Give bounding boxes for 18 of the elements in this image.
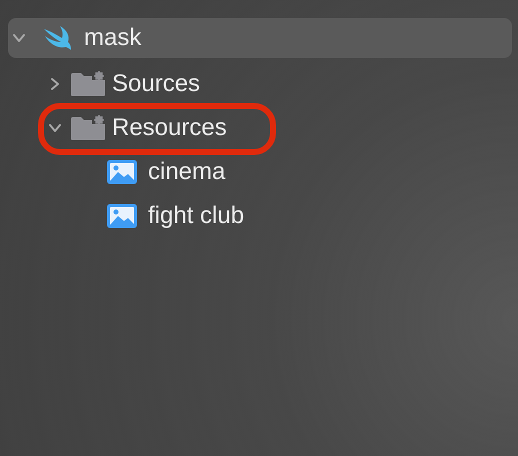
item-label: Resources — [112, 114, 227, 142]
item-label: Sources — [112, 70, 200, 98]
item-label: cinema — [148, 158, 226, 186]
tree-row[interactable]: mask — [8, 18, 512, 58]
chevron-down-icon[interactable] — [12, 31, 26, 45]
item-label: fight club — [148, 202, 244, 230]
image-icon — [106, 203, 138, 229]
tree-row[interactable]: Sources — [8, 62, 512, 106]
folder-icon — [70, 115, 106, 141]
image-icon — [106, 159, 138, 185]
tree-row[interactable]: cinema — [8, 150, 512, 194]
bird-icon — [42, 26, 72, 50]
item-label: mask — [84, 24, 142, 52]
tree-row[interactable]: fight club — [8, 194, 512, 238]
folder-icon — [70, 71, 106, 97]
chevron-right-icon[interactable] — [48, 77, 62, 91]
tree-row[interactable]: Resources — [8, 106, 512, 150]
chevron-down-icon[interactable] — [48, 121, 62, 135]
